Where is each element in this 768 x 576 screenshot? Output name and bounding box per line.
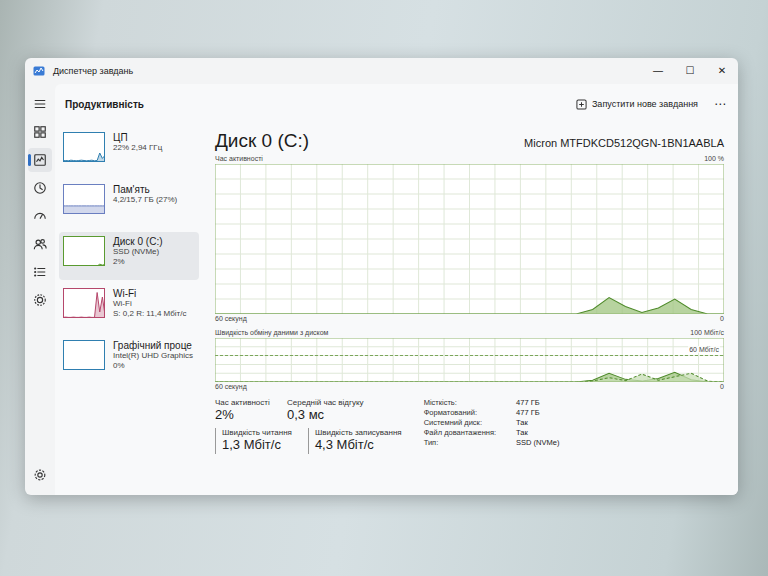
users-icon [33, 237, 47, 251]
end-label: 0 [720, 314, 724, 324]
transfer-series [215, 372, 724, 382]
transfer-series [215, 373, 724, 382]
nav-item[interactable] [28, 92, 52, 116]
nav-item[interactable] [28, 232, 52, 256]
processes-icon [33, 125, 47, 139]
property-value: Так [516, 428, 559, 437]
more-button[interactable]: ⋯ [714, 97, 726, 111]
resource-list: ЦП 22% 2,94 ГГц Пам'ять 4,2/15,7 ГБ (27%… [55, 124, 203, 495]
resource-detail: SSD (NVMe) [113, 247, 163, 257]
reference-label: 60 Мбіт/с [688, 346, 720, 353]
activity-chart [215, 164, 724, 314]
nav-item[interactable] [28, 148, 52, 172]
stat: Середній час відгуку 0,3 мс [287, 398, 364, 424]
resource-detail: 2% [113, 257, 163, 267]
reference-line [215, 355, 724, 356]
window-control-button[interactable]: — [642, 58, 674, 84]
resource-thumbnail [63, 340, 105, 370]
property-label: Тип: [424, 438, 496, 447]
settings-button[interactable] [28, 463, 52, 487]
end-label: 0 [720, 382, 724, 392]
startup-icon [33, 209, 47, 223]
window-title: Диспетчер завдань [53, 66, 133, 76]
property-label: Форматований: [424, 408, 496, 417]
resource-thumbnail [63, 288, 105, 318]
nav-item[interactable] [28, 120, 52, 144]
resource-item[interactable]: Пам'ять 4,2/15,7 ГБ (27%) [59, 180, 199, 228]
resource-item[interactable]: Графічний проце Intel(R) UHD Graphics0% [59, 336, 199, 384]
speed-stat: Швидкість читання 1,3 Мбіт/с [215, 428, 292, 454]
resource-detail: Intel(R) UHD Graphics [113, 351, 193, 361]
nav-item[interactable] [28, 260, 52, 284]
chart-max-label: 100 Мбіт/с [690, 328, 724, 338]
property-value: Так [516, 418, 559, 427]
menu-icon [33, 97, 47, 111]
resource-detail: 4,2/15,7 ГБ (27%) [113, 195, 177, 205]
property-value: 477 ГБ [516, 408, 559, 417]
speed-stat: Швидкість записування 4,3 Мбіт/с [308, 428, 402, 454]
device-model: Micron MTFDKCD512QGN-1BN1AABLA [524, 137, 724, 149]
task-manager-window: Диспетчер завдань —☐✕ Продуктивність Зап… [25, 58, 738, 495]
run-new-task-button[interactable]: Запустити нове завдання [576, 99, 698, 110]
property-label: Системний диск: [424, 418, 496, 427]
nav-item[interactable] [28, 176, 52, 200]
property-label: Файл довантаження: [424, 428, 496, 437]
activity-series [215, 298, 724, 315]
window-control-button[interactable]: ☐ [674, 58, 706, 84]
chart-label: Швидкість обміну даними з диском [215, 328, 328, 338]
nav-item[interactable] [28, 204, 52, 228]
page-title: Продуктивність [65, 99, 144, 110]
property-value: SSD (NVMe) [516, 438, 559, 447]
resource-item[interactable]: Диск 0 (C:) SSD (NVMe)2% [59, 232, 199, 280]
resource-thumbnail [63, 236, 105, 266]
resource-detail: S: 0,2 R: 11,4 Мбіт/с [113, 309, 186, 319]
page-header: Продуктивність Запустити нове завдання ⋯ [55, 84, 738, 124]
chart-max-label: 100 % [704, 154, 724, 164]
property-value: 477 ГБ [516, 398, 559, 407]
chart-label: Час активності [215, 154, 263, 164]
performance-icon [33, 153, 47, 167]
detail-panel: Диск 0 (C:) Micron MTFDKCD512QGN-1BN1AAB… [203, 124, 738, 495]
run-task-icon [576, 99, 587, 110]
detail-title: Диск 0 (C:) [215, 130, 309, 152]
resource-name: ЦП [113, 132, 162, 143]
resource-detail: Wi-Fi [113, 299, 186, 309]
window-control-button[interactable]: ✕ [706, 58, 738, 84]
nav-rail [25, 84, 55, 495]
time-label: 60 секунд [215, 382, 247, 392]
resource-thumbnail [63, 184, 105, 214]
resource-item[interactable]: ЦП 22% 2,94 ГГц [59, 128, 199, 176]
task-manager-icon [33, 65, 45, 77]
details-icon [33, 265, 47, 279]
resource-item[interactable]: Wi-Fi Wi-FiS: 0,2 R: 11,4 Мбіт/с [59, 284, 199, 332]
properties: Місткість: 477 ГБ Форматований: 477 ГБ Сис… [424, 398, 560, 454]
selection-bar [28, 154, 31, 166]
history-icon [33, 181, 47, 195]
settings-icon [33, 468, 47, 482]
resource-name: Пам'ять [113, 184, 177, 195]
title-bar: Диспетчер завдань —☐✕ [25, 58, 738, 84]
property-label: Місткість: [424, 398, 496, 407]
resource-name: Диск 0 (C:) [113, 236, 163, 247]
time-label: 60 секунд [215, 314, 247, 324]
nav-item[interactable] [28, 288, 52, 312]
resource-name: Wi-Fi [113, 288, 186, 299]
resource-detail: 22% 2,94 ГГц [113, 143, 162, 153]
resource-detail: 0% [113, 361, 193, 371]
stat: Час активності 2% [215, 398, 271, 424]
services-icon [33, 293, 47, 307]
resource-thumbnail [63, 132, 105, 162]
resource-name: Графічний проце [113, 340, 193, 351]
transfer-chart [215, 338, 724, 382]
desktop: Диспетчер завдань —☐✕ Продуктивність Зап… [0, 0, 768, 576]
